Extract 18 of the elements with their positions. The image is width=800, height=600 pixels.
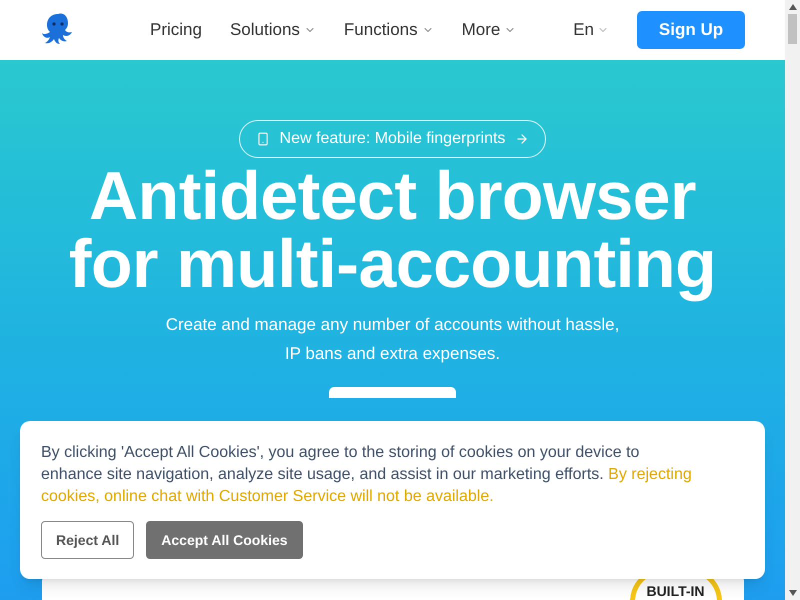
accept-cookies-button[interactable]: Accept All Cookies: [146, 521, 303, 559]
language-selector[interactable]: En: [573, 17, 609, 43]
subtitle-line: Create and manage any number of accounts without hassle,: [166, 314, 620, 336]
nav-link[interactable]: More: [462, 17, 516, 43]
reject-cookies-button[interactable]: Reject All: [41, 521, 134, 559]
phone-icon: [256, 130, 270, 148]
nav-link[interactable]: Solutions: [230, 17, 316, 43]
headline-line: Antidetect browser: [89, 162, 696, 230]
scrollbar[interactable]: [785, 0, 800, 600]
scroll-down-arrow-icon[interactable]: [788, 590, 796, 596]
nav-link[interactable]: Functions: [344, 17, 434, 43]
scrollbar-thumb[interactable]: [788, 14, 797, 44]
nav-link[interactable]: Pricing: [150, 17, 202, 43]
subtitle-line: IP bans and extra expenses.: [284, 343, 500, 365]
badge-text: BUILT-IN: [646, 583, 705, 599]
scroll-up-arrow-icon[interactable]: [788, 4, 796, 10]
cookie-notice: By clicking 'Accept All Cookies', you agree to the storing of cookies on your device to enhance site navigation, analyze site usage, and assist in our marketing efforts. By rejecting cookies, online chat with Customer Service will not be available.: [41, 443, 693, 507]
announcement-text: New feature: Mobile fingerprints: [280, 129, 506, 149]
